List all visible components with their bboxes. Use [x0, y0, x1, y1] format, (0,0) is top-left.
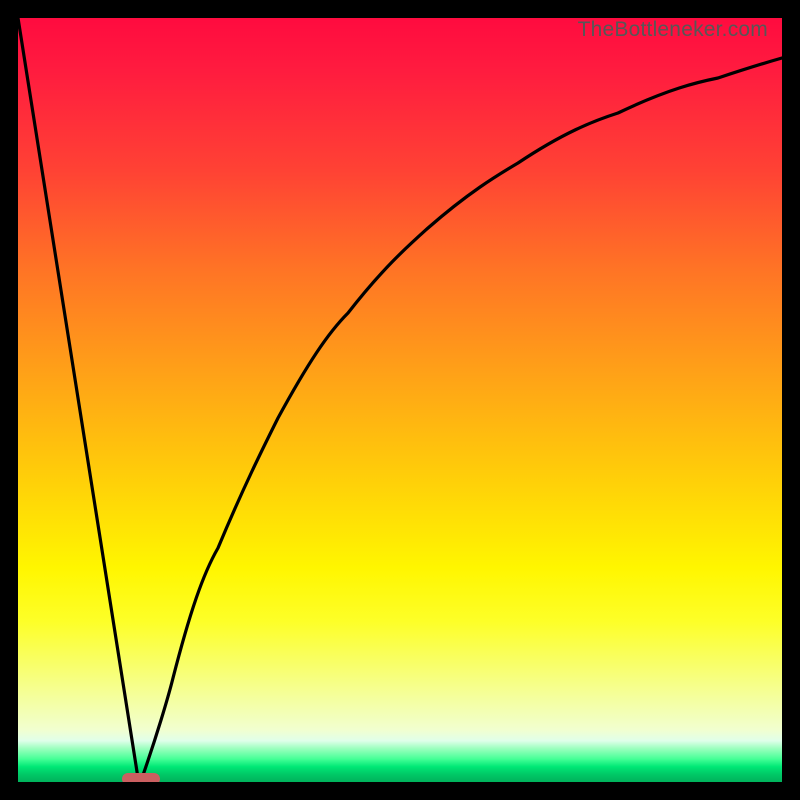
- plot-area: TheBottleneker.com: [18, 18, 782, 782]
- optimal-marker: [122, 773, 160, 782]
- bottleneck-curve: [18, 18, 782, 782]
- curve-path: [18, 18, 782, 778]
- chart-frame: TheBottleneker.com: [0, 0, 800, 800]
